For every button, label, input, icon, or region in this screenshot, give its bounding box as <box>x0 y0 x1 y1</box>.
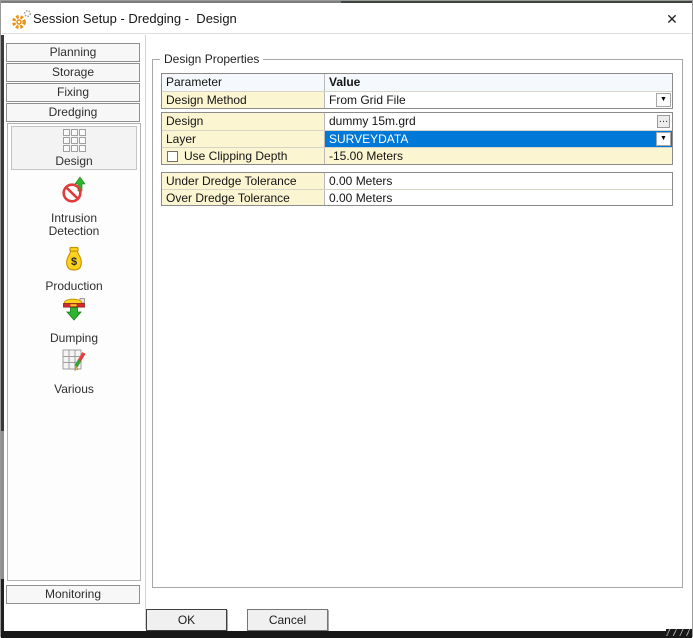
screen-edge-artifact <box>341 1 692 3</box>
param-design: Design <box>162 113 325 130</box>
dredging-subpanel: Design Intrusion Detection $ Production … <box>7 123 141 581</box>
screen-edge-artifact <box>1 1 341 3</box>
close-icon[interactable]: ✕ <box>661 8 683 30</box>
screen-edge-artifact <box>1 35 4 431</box>
table-header-row: Parameter Value <box>162 74 672 91</box>
subpanel-item-label: Dumping <box>49 331 99 345</box>
header-value: Value <box>325 74 672 91</box>
window-title: Session Setup - Dredging - Design <box>33 11 237 26</box>
various-grid-pencil-icon <box>61 347 88 380</box>
sidebar: Planning Storage Fixing Dredging Design <box>4 35 145 629</box>
subpanel-item-label: Production <box>45 279 103 293</box>
dumping-icon <box>61 297 87 329</box>
subpanel-item-intrusion-detection[interactable]: Intrusion Detection <box>8 176 140 238</box>
row-design-method: Design Method From Grid File ▼ <box>162 91 672 108</box>
resize-grip[interactable] <box>666 629 692 636</box>
design-file-value: dummy 15m.grd <box>329 114 416 128</box>
intrusion-detection-icon <box>61 176 87 209</box>
layer-combobox[interactable]: SURVEYDATA ▼ <box>325 131 672 147</box>
cancel-button[interactable]: Cancel <box>247 609 328 631</box>
subpanel-item-production[interactable]: $ Production <box>8 244 140 293</box>
chevron-down-icon[interactable]: ▼ <box>656 132 671 146</box>
use-clipping-depth-label: Use Clipping Depth <box>184 149 288 163</box>
production-money-bag-icon: $ <box>62 244 86 277</box>
row-design: Design dummy 15m.grd … <box>162 113 672 130</box>
subpanel-item-label: Various <box>54 382 94 396</box>
design-method-combobox[interactable]: From Grid File ▼ <box>325 92 672 108</box>
chevron-down-icon[interactable]: ▼ <box>656 93 671 107</box>
screen-edge-artifact <box>1 579 4 638</box>
layer-value: SURVEYDATA <box>329 132 409 146</box>
row-use-clipping-depth: Use Clipping Depth -15.00 Meters <box>162 147 672 164</box>
sidebar-item-planning[interactable]: Planning <box>6 43 140 62</box>
property-table-group-3: Under Dredge Tolerance 0.00 Meters Over … <box>161 172 673 206</box>
session-setup-gear-icon <box>10 9 32 29</box>
subpanel-item-label: Intrusion Detection <box>48 211 100 238</box>
design-file-field[interactable]: dummy 15m.grd … <box>325 113 672 130</box>
under-dredge-tolerance-field[interactable]: 0.00 Meters <box>325 173 672 189</box>
param-over-dredge-tolerance: Over Dredge Tolerance <box>162 190 325 205</box>
browse-ellipsis-button[interactable]: … <box>657 115 670 128</box>
clipping-depth-value: -15.00 Meters <box>329 149 404 163</box>
header-parameter: Parameter <box>162 74 325 91</box>
row-layer: Layer SURVEYDATA ▼ <box>162 130 672 147</box>
subpanel-item-label: Design <box>55 153 93 168</box>
clipping-depth-field[interactable]: -15.00 Meters <box>325 148 672 164</box>
param-use-clipping-depth: Use Clipping Depth <box>162 148 325 164</box>
sidebar-item-dredging[interactable]: Dredging <box>6 103 140 122</box>
param-layer: Layer <box>162 131 325 147</box>
sidebar-item-storage[interactable]: Storage <box>6 63 140 82</box>
titlebar: Session Setup - Dredging - Design ✕ <box>2 3 691 34</box>
sidebar-item-monitoring[interactable]: Monitoring <box>6 585 140 604</box>
property-table-group-2: Design dummy 15m.grd … Layer SURVEYDATA … <box>161 112 673 165</box>
property-table-group-1: Parameter Value Design Method From Grid … <box>161 73 673 109</box>
param-under-dredge-tolerance: Under Dredge Tolerance <box>162 173 325 189</box>
subpanel-item-various[interactable]: Various <box>8 347 140 396</box>
sidebar-divider <box>145 35 146 629</box>
ok-button[interactable]: OK <box>146 609 227 631</box>
under-dredge-tolerance-value: 0.00 Meters <box>329 174 393 188</box>
svg-text:$: $ <box>71 256 77 268</box>
subpanel-item-design[interactable]: Design <box>11 126 137 170</box>
screen-edge-artifact <box>1 431 4 579</box>
groupbox-title: Design Properties <box>160 52 264 66</box>
use-clipping-depth-checkbox[interactable] <box>167 151 178 162</box>
param-design-method: Design Method <box>162 92 325 108</box>
design-grid-icon <box>62 128 86 152</box>
over-dredge-tolerance-field[interactable]: 0.00 Meters <box>325 190 672 205</box>
over-dredge-tolerance-value: 0.00 Meters <box>329 191 393 205</box>
row-over-dredge-tolerance: Over Dredge Tolerance 0.00 Meters <box>162 189 672 205</box>
session-setup-window: Session Setup - Dredging - Design ✕ Plan… <box>0 0 693 638</box>
design-method-value: From Grid File <box>329 93 406 107</box>
subpanel-item-dumping[interactable]: Dumping <box>8 297 140 345</box>
sidebar-item-fixing[interactable]: Fixing <box>6 83 140 102</box>
row-under-dredge-tolerance: Under Dredge Tolerance 0.00 Meters <box>162 173 672 189</box>
